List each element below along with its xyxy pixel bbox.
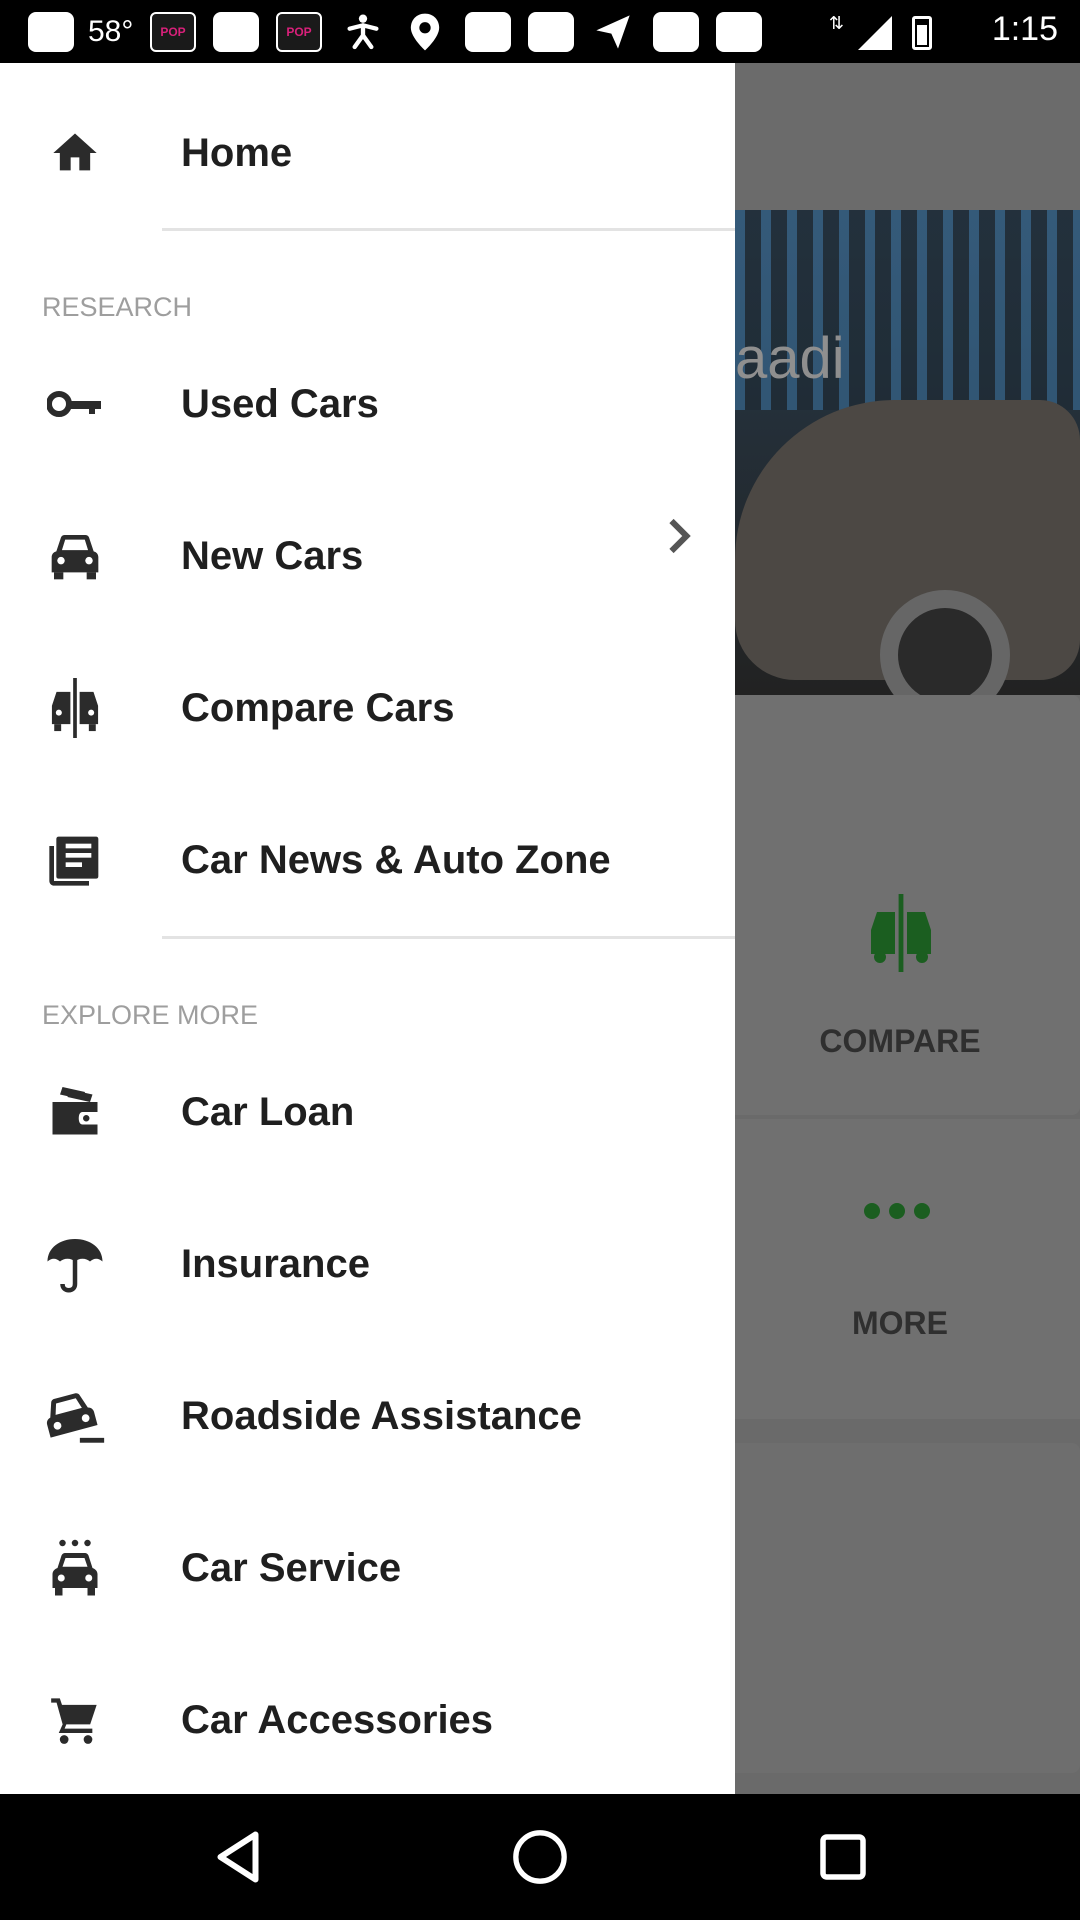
drawer-item-compare-cars[interactable]: Compare Cars [0,648,735,768]
drawer-item-insurance[interactable]: Insurance [0,1204,735,1324]
background-brand-text: aadi [735,326,845,391]
home-button[interactable] [505,1824,575,1890]
section-header-research: RESEARCH [42,292,193,322]
cart-icon [40,1685,110,1755]
drawer-item-label: Car News & Auto Zone [181,837,611,882]
send-icon [590,12,636,52]
keyboard-icon [28,12,74,52]
drawer-item-car-accessories[interactable]: Car Accessories [0,1660,735,1780]
pop-app-icon: POP [150,12,196,52]
compare-cars-icon [40,673,110,743]
drawer-item-label: Home [181,130,293,175]
umbrella-icon [40,1229,110,1299]
pop-app-icon: POP [276,12,322,52]
drawer-item-label: Used Cars [181,381,379,426]
more-dots-icon [864,1203,930,1219]
system-navigation-bar [0,1794,1080,1920]
navigation-drawer: Home RESEARCH Used Cars New Cars Compare… [0,63,735,1794]
drawer-item-label: Car Loan [181,1089,355,1134]
status-bar: 58° POP POP ⇅ 1:15 [0,0,1080,63]
more-card [700,1119,1080,1419]
compare-label: COMPARE [819,1023,981,1059]
temperature-text: 58° [88,15,134,48]
back-button[interactable] [203,1824,273,1890]
drawer-item-label: Compare Cars [181,685,455,730]
app-notification-icon [653,12,699,52]
section-header-explore-more: EXPLORE MORE [42,1000,259,1030]
drawer-item-label: Insurance [181,1241,370,1286]
compare-cars-icon [865,893,937,978]
drawer-item-new-cars[interactable]: New Cars [0,496,735,616]
activity-icon [340,12,386,52]
divider [162,936,735,939]
more-label: MORE [852,1305,948,1341]
key-icon [40,369,110,439]
app-notification-icon [716,12,762,52]
drawer-item-label: New Cars [181,533,364,578]
chevron-right-icon [664,516,694,554]
car-icon [40,521,110,591]
battery-icon [912,16,932,50]
home-icon [40,118,110,188]
drawer-item-label: Car Accessories [181,1697,494,1742]
background-card [700,1443,1080,1773]
roadside-car-icon [40,1381,110,1451]
clock: 1:15 [991,10,1058,48]
car-service-icon [40,1533,110,1603]
drawer-item-car-service[interactable]: Car Service [0,1508,735,1628]
data-activity-icon: ⇅ [828,13,844,33]
drawer-item-roadside-assistance[interactable]: Roadside Assistance [0,1356,735,1476]
divider [162,228,735,231]
app-notification-icon [465,12,511,52]
drawer-item-used-cars[interactable]: Used Cars [0,344,735,464]
notification-icon [213,12,259,52]
drawer-item-label: Car Service [181,1545,402,1590]
news-icon [40,825,110,895]
recents-button[interactable] [808,1824,878,1890]
wallet-icon [40,1077,110,1147]
app-notification-icon [528,12,574,52]
drawer-item-car-news[interactable]: Car News & Auto Zone [0,800,735,920]
drawer-item-car-loan[interactable]: Car Loan [0,1052,735,1172]
signal-icon [858,16,892,50]
drawer-item-label: Roadside Assistance [181,1393,582,1438]
drawer-item-home[interactable]: Home [0,93,735,213]
location-icon [402,12,448,52]
